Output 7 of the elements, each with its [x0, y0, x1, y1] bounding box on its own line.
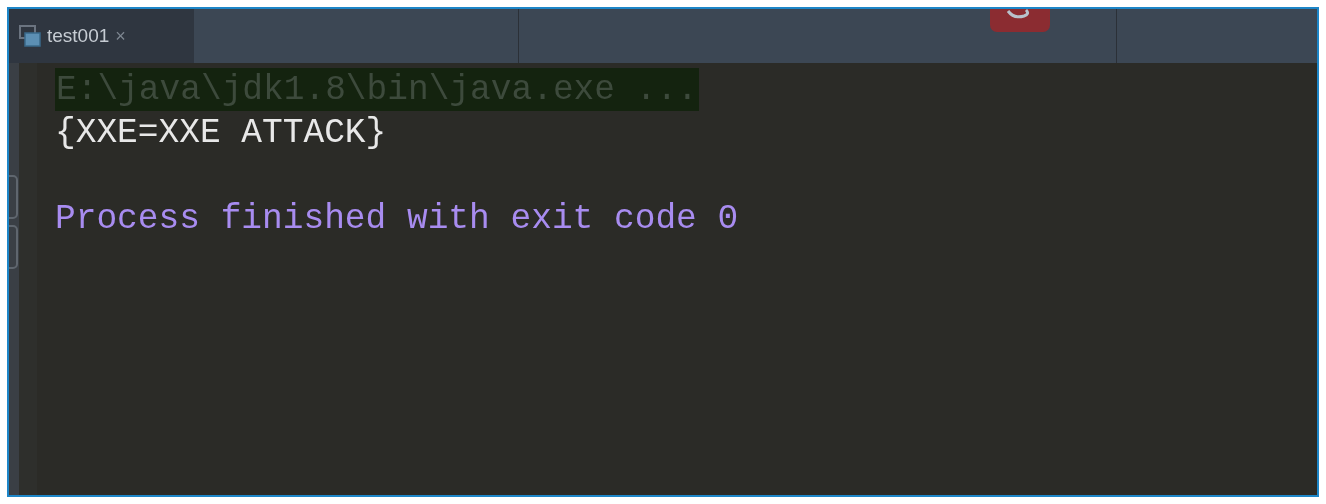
side-toolbar-icon[interactable]	[9, 225, 19, 269]
console-output-line: {XXE=XXE ATTACK}	[55, 113, 387, 152]
console-window-icon	[19, 25, 41, 47]
side-toolbar-icon[interactable]	[9, 175, 19, 219]
process-exit-message: Process finished with exit code 0	[55, 199, 739, 238]
tab-label: test001	[47, 23, 110, 48]
console-tab[interactable]: test001 ×	[9, 9, 194, 63]
